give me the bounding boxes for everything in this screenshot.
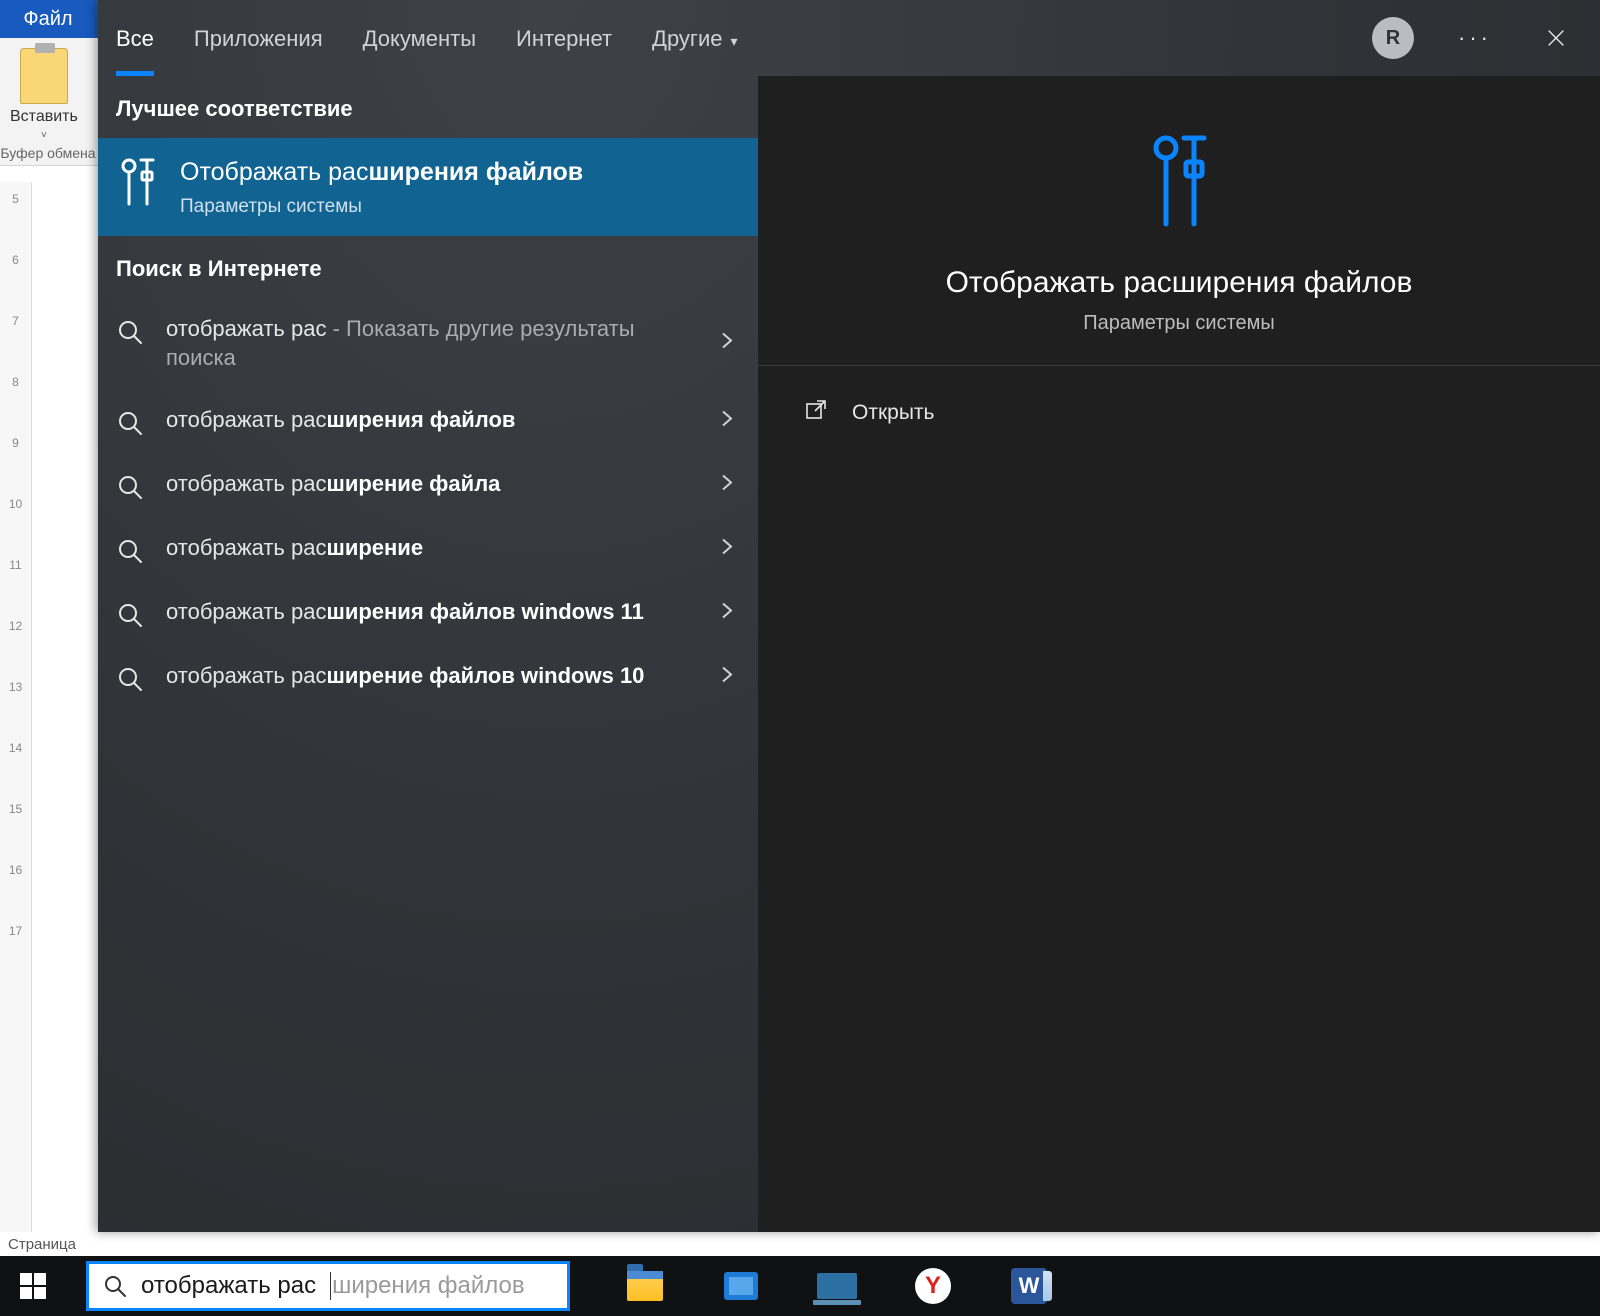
preview-pane: Отображать расширения файлов Параметры с… [758, 76, 1600, 1232]
tab-apps[interactable]: Приложения [194, 2, 323, 74]
open-icon [804, 398, 828, 428]
ruler-mark: 14 [9, 741, 22, 755]
ruler-mark: 5 [12, 192, 19, 206]
vertical-ruler: 5 6 7 8 9 10 11 12 13 14 15 16 17 [0, 182, 32, 1234]
search-icon [103, 1274, 127, 1298]
taskbar-pinned-apps: Y W [624, 1265, 1050, 1307]
ruler-mark: 13 [9, 680, 22, 694]
ruler-mark: 17 [9, 924, 22, 938]
settings-tools-icon [1144, 132, 1214, 232]
search-typed-text: отображать рас [141, 1272, 316, 1300]
web-suggestion-text: отображать расширения файлов windows 11 [166, 597, 700, 627]
ruler-mark: 15 [9, 802, 22, 816]
word-status-bar: Страница [0, 1232, 1600, 1256]
close-button[interactable] [1536, 18, 1576, 58]
ruler-mark: 7 [12, 314, 19, 328]
web-suggestion[interactable]: отображать расширение файлов windows 10 [98, 645, 758, 709]
web-suggestion-text: отображать расширение [166, 533, 479, 563]
microsoft-store-icon[interactable] [720, 1265, 762, 1307]
chevron-right-icon [718, 538, 736, 561]
windows-logo-icon [20, 1273, 46, 1299]
web-suggestion-text: отображать расширение файлов windows 10 [166, 661, 700, 691]
chevron-right-icon [718, 666, 736, 689]
start-button[interactable] [0, 1256, 66, 1316]
best-match-subtitle: Параметры системы [180, 196, 583, 218]
search-scope-tabs: Все Приложения Документы Интернет Другие… [116, 2, 738, 74]
search-icon [116, 601, 144, 629]
ruler-mark: 6 [12, 253, 19, 267]
windows-search-panel: Все Приложения Документы Интернет Другие… [98, 0, 1600, 1232]
taskbar: отображать рас ширения файлов Y W [0, 1256, 1600, 1316]
word-icon[interactable]: W [1008, 1265, 1050, 1307]
clipboard-group: Вставить ˅ [10, 48, 78, 141]
web-suggestions-list: отображать рас - Показать другие результ… [98, 298, 758, 709]
web-suggestion[interactable]: отображать расширения файлов windows 11 [98, 581, 758, 645]
tab-all[interactable]: Все [116, 2, 154, 74]
paste-button[interactable]: Вставить [10, 108, 78, 126]
chevron-right-icon [718, 410, 736, 433]
search-icon [116, 409, 144, 437]
chevron-down-icon: ▾ [730, 33, 737, 49]
preview-actions: Открыть [758, 366, 1600, 460]
web-suggestion[interactable]: отображать расширения файлов [98, 389, 758, 453]
clipboard-group-caption: Буфер обмена [0, 145, 96, 161]
chevron-right-icon [718, 602, 736, 625]
word-file-tab[interactable]: Файл [0, 0, 96, 38]
preview-header: Отображать расширения файлов Параметры с… [758, 76, 1600, 366]
paste-dropdown-icon[interactable]: ˅ [41, 130, 47, 141]
yandex-browser-icon[interactable]: Y [912, 1265, 954, 1307]
ruler-mark: 12 [9, 619, 22, 633]
search-icon [116, 473, 144, 501]
search-header: Все Приложения Документы Интернет Другие… [98, 0, 1600, 76]
search-icon [116, 318, 144, 346]
more-options-icon[interactable]: ··· [1458, 25, 1492, 51]
best-match-heading: Лучшее соответствие [98, 76, 758, 138]
settings-tools-icon [116, 156, 160, 208]
tab-web[interactable]: Интернет [516, 2, 612, 74]
open-action[interactable]: Открыть [782, 388, 1576, 438]
preview-subtitle: Параметры системы [1083, 312, 1275, 335]
web-suggestion[interactable]: отображать расширение [98, 517, 758, 581]
text-cursor [330, 1272, 331, 1300]
best-match-title: Отображать расширения файлов [180, 156, 583, 190]
clipboard-icon[interactable] [20, 48, 68, 104]
ruler-mark: 10 [9, 497, 22, 511]
open-action-label: Открыть [852, 401, 934, 425]
ruler-mark: 8 [12, 375, 19, 389]
search-ghost-text: ширения файлов [330, 1272, 525, 1301]
chevron-right-icon [718, 474, 736, 497]
file-explorer-icon[interactable] [624, 1265, 666, 1307]
web-suggestion[interactable]: отображать рас - Показать другие результ… [98, 298, 758, 389]
ruler-mark: 16 [9, 863, 22, 877]
web-suggestion[interactable]: отображать расширение файла [98, 453, 758, 517]
taskbar-search-input[interactable]: отображать рас ширения файлов [86, 1261, 570, 1311]
chevron-right-icon [718, 332, 736, 355]
tab-documents[interactable]: Документы [363, 2, 476, 74]
preview-title: Отображать расширения файлов [946, 266, 1413, 300]
tab-more[interactable]: Другие▾ [652, 2, 737, 74]
web-suggestion-text: отображать рас - Показать другие результ… [166, 314, 740, 373]
search-icon [116, 665, 144, 693]
close-icon [1545, 27, 1567, 49]
best-match-result[interactable]: Отображать расширения файлов Параметры с… [98, 138, 758, 236]
user-avatar[interactable]: R [1372, 17, 1414, 59]
web-suggestion-text: отображать расширение файла [166, 469, 556, 499]
ruler-mark: 11 [9, 558, 21, 572]
your-phone-icon[interactable] [816, 1265, 858, 1307]
search-icon [116, 537, 144, 565]
results-column: Лучшее соответствие Отображать расширени… [98, 76, 758, 1232]
ruler-mark: 9 [12, 436, 19, 450]
web-search-heading: Поиск в Интернете [98, 236, 758, 298]
web-suggestion-text: отображать расширения файлов [166, 405, 571, 435]
